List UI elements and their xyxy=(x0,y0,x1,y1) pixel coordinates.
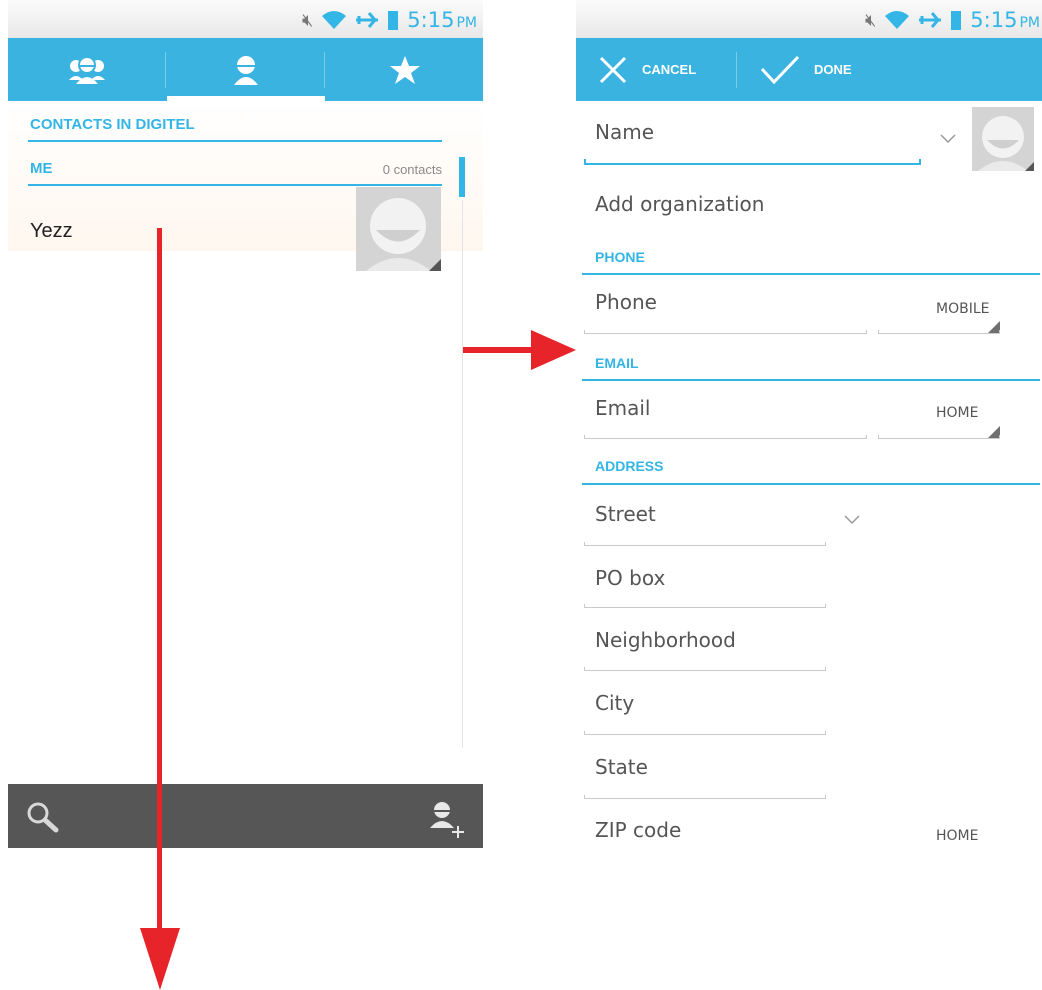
mute-icon: 🔇︎ xyxy=(864,9,877,30)
tab-me[interactable] xyxy=(167,38,325,101)
city-field[interactable]: City xyxy=(595,691,634,715)
phone-section-divider xyxy=(582,273,1040,275)
address-type-select[interactable]: HOME xyxy=(936,828,978,844)
person-icon xyxy=(234,55,258,85)
state-field-underline xyxy=(584,795,826,799)
account-divider xyxy=(28,140,442,142)
neighborhood-field-underline xyxy=(584,667,826,671)
zip-code-field[interactable]: ZIP code xyxy=(595,818,681,842)
name-field[interactable]: Name xyxy=(595,120,654,144)
po-box-field[interactable]: PO box xyxy=(595,566,665,590)
edit-action-bar: CANCEL DONE xyxy=(576,38,1042,101)
contact-name[interactable]: Yezz xyxy=(30,220,73,243)
address-section-title: ADDRESS xyxy=(595,458,664,474)
address-section-divider xyxy=(582,483,1040,485)
neighborhood-field[interactable]: Neighborhood xyxy=(595,628,736,652)
battery-icon xyxy=(951,11,962,30)
status-bar: 🔇︎ 5:15 PM xyxy=(8,0,483,38)
contacts-screen: 🔇︎ 5:15 PM CONTACTS IN DIGITEL ME 0 cont… xyxy=(8,0,483,848)
phone-type-select[interactable]: MOBILE xyxy=(936,301,989,317)
status-bar: 🔇︎ 5:15 PM xyxy=(576,0,1042,38)
wifi-icon xyxy=(322,11,347,29)
airplane-icon xyxy=(356,12,379,28)
tab-groups[interactable] xyxy=(8,38,166,101)
name-field-underline xyxy=(584,159,921,165)
contact-avatar[interactable] xyxy=(356,187,441,271)
po-box-field-underline xyxy=(584,604,826,608)
phone-field-underline xyxy=(584,330,867,334)
groups-icon xyxy=(69,55,105,84)
clock: 5:15 PM xyxy=(970,8,1040,32)
wifi-icon xyxy=(885,11,910,29)
add-contact-icon[interactable] xyxy=(428,800,468,838)
star-icon xyxy=(390,55,420,84)
mute-icon: 🔇︎ xyxy=(301,9,314,30)
city-field-underline xyxy=(584,731,826,735)
scrollbar-thumb[interactable] xyxy=(459,157,465,197)
email-field[interactable]: Email xyxy=(595,396,651,420)
street-field-underline xyxy=(584,542,826,546)
chevron-down-icon[interactable] xyxy=(940,134,956,144)
account-header: CONTACTS IN DIGITEL xyxy=(30,116,195,133)
state-field[interactable]: State xyxy=(595,755,648,779)
airplane-icon xyxy=(919,12,942,28)
edit-contact-screen: 🔇︎ 5:15 PM CANCEL DONE Name Add organizat… xyxy=(576,0,1042,848)
cancel-button[interactable]: CANCEL xyxy=(598,38,696,101)
contact-photo[interactable] xyxy=(972,107,1034,171)
red-right-arrow xyxy=(463,330,576,370)
me-header: ME xyxy=(30,160,53,177)
add-organization-button[interactable]: Add organization xyxy=(595,192,764,216)
me-count: 0 contacts xyxy=(382,162,442,177)
phone-field[interactable]: Phone xyxy=(595,290,657,314)
email-field-underline xyxy=(584,435,867,439)
phone-type-underline xyxy=(878,330,1000,334)
close-icon xyxy=(599,56,627,83)
done-button[interactable]: DONE xyxy=(760,38,852,101)
red-down-arrow xyxy=(140,228,180,990)
checkmark-icon xyxy=(760,55,800,84)
search-icon[interactable] xyxy=(26,801,60,833)
email-type-select[interactable]: HOME xyxy=(936,405,978,421)
email-section-title: EMAIL xyxy=(595,355,639,371)
tab-favorites[interactable] xyxy=(326,38,483,101)
scrollbar-track xyxy=(462,200,463,748)
email-type-underline xyxy=(878,435,1000,439)
street-field[interactable]: Street xyxy=(595,502,656,526)
bottom-action-bar xyxy=(8,784,483,848)
contacts-tab-bar xyxy=(8,38,483,101)
clock: 5:15 PM xyxy=(407,8,477,32)
battery-icon xyxy=(388,11,399,30)
me-divider xyxy=(28,184,442,186)
phone-section-title: PHONE xyxy=(595,249,645,265)
email-section-divider xyxy=(582,379,1040,381)
chevron-down-icon[interactable] xyxy=(844,515,860,525)
